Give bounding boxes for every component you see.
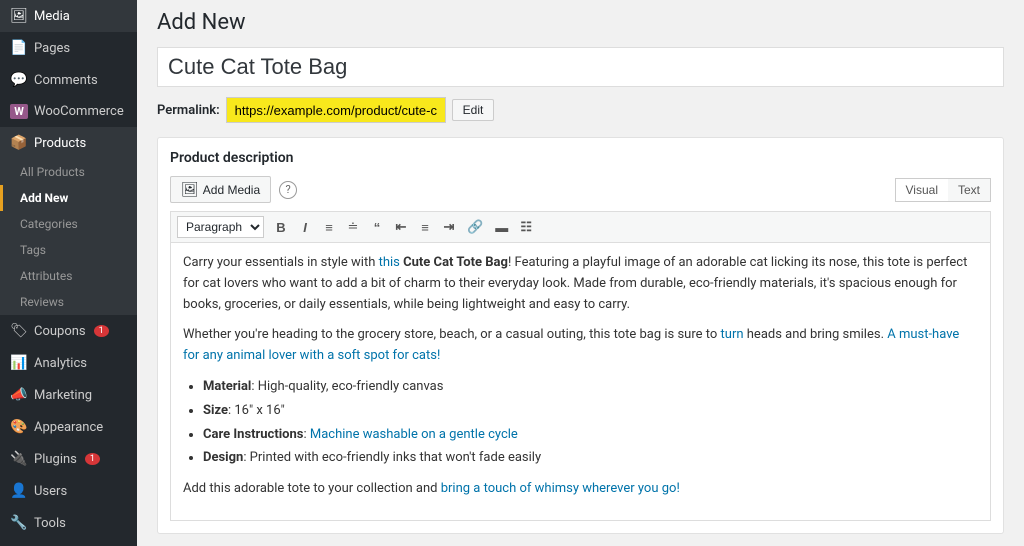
paragraph-select[interactable]: Paragraph <box>177 216 264 238</box>
plugins-badge: 1 <box>85 453 100 465</box>
editor-content-area[interactable]: Carry your essentials in style with this… <box>170 242 991 521</box>
unordered-list-button[interactable]: ≡ <box>318 218 340 237</box>
sidebar-item-coupons[interactable]: 🏷 Coupons 1 <box>0 315 137 347</box>
blockquote-button[interactable]: “ <box>366 218 388 237</box>
coupons-badge: 1 <box>94 325 109 337</box>
permalink-input[interactable] <box>226 97 446 123</box>
help-icon[interactable]: ? <box>279 181 297 199</box>
link-whimsy: bring a touch of whimsy wherever you go! <box>441 481 680 496</box>
permalink-label: Permalink: <box>157 103 220 118</box>
sidebar-item-reviews[interactable]: Reviews <box>0 289 137 315</box>
sidebar-item-users[interactable]: 👤 Users <box>0 475 137 507</box>
link-must-have: A must-have for any animal lover with a … <box>183 327 959 363</box>
add-media-label: Add Media <box>203 183 260 197</box>
table-button[interactable]: ☷ <box>515 217 537 237</box>
appearance-icon: 🎨 <box>10 419 28 435</box>
visual-text-tab-group: Visual Text <box>895 178 991 202</box>
marketing-icon: 📣 <box>10 387 28 403</box>
ordered-list-button[interactable]: ≐ <box>342 217 364 237</box>
bullet-size: Size: 16" x 16" <box>203 401 978 422</box>
align-right-button[interactable]: ⇥ <box>438 217 460 237</box>
tab-visual[interactable]: Visual <box>896 179 948 201</box>
product-bullet-list: Material: High-quality, eco-friendly can… <box>203 377 978 469</box>
link-care: Machine washable on a gentle cycle <box>310 427 518 442</box>
tab-text[interactable]: Text <box>948 179 990 201</box>
permalink-row: Permalink: Edit <box>157 97 1004 123</box>
link-button[interactable]: 🔗 <box>462 217 488 237</box>
content-paragraph-2: Whether you're heading to the grocery st… <box>183 325 978 367</box>
products-icon: 📦 <box>10 135 28 151</box>
users-icon: 👤 <box>10 483 28 499</box>
content-paragraph-3: Add this adorable tote to your collectio… <box>183 479 978 500</box>
page-title: Add New <box>157 10 1004 35</box>
sidebar: 🖼 Media 📄 Pages 💬 Comments W WooCommerce… <box>0 0 137 546</box>
sidebar-item-categories[interactable]: Categories <box>0 211 137 237</box>
sidebar-item-tags[interactable]: Tags <box>0 237 137 263</box>
link-turn: turn <box>721 327 744 342</box>
link-this: this <box>379 255 400 270</box>
pages-icon: 📄 <box>10 40 28 56</box>
sidebar-item-products[interactable]: 📦 Products <box>0 127 137 159</box>
bullet-care: Care Instructions: Machine washable on a… <box>203 425 978 446</box>
main-content: Add New Permalink: Edit Product descript… <box>137 0 1024 546</box>
product-description-box: Product description 🖼 Add Media ? Visual… <box>157 137 1004 534</box>
italic-button[interactable]: I <box>294 218 316 237</box>
bold-button[interactable]: B <box>270 218 292 237</box>
sidebar-item-appearance[interactable]: 🎨 Appearance <box>0 411 137 443</box>
sidebar-item-tools[interactable]: 🔧 Tools <box>0 507 137 539</box>
bullet-material: Material: High-quality, eco-friendly can… <box>203 377 978 398</box>
sidebar-item-media[interactable]: 🖼 Media <box>0 0 137 32</box>
tools-icon: 🔧 <box>10 515 28 531</box>
sidebar-item-marketing[interactable]: 📣 Marketing <box>0 379 137 411</box>
comments-icon: 💬 <box>10 72 28 88</box>
sidebar-item-attributes[interactable]: Attributes <box>0 263 137 289</box>
align-left-button[interactable]: ⇤ <box>390 217 412 237</box>
analytics-icon: 📊 <box>10 355 28 371</box>
description-section-title: Product description <box>170 150 991 166</box>
bullet-design: Design: Printed with eco-friendly inks t… <box>203 448 978 469</box>
plugins-icon: 🔌 <box>10 451 28 467</box>
product-title-input[interactable] <box>157 47 1004 87</box>
product-name-bold: Cute Cat Tote Bag <box>403 255 508 270</box>
sidebar-item-woocommerce[interactable]: W WooCommerce <box>0 96 137 127</box>
sidebar-item-settings[interactable]: ⚙ Settings <box>0 539 137 546</box>
sidebar-item-all-products[interactable]: All Products <box>0 159 137 185</box>
align-center-button[interactable]: ≡ <box>414 218 436 237</box>
add-media-button[interactable]: 🖼 Add Media <box>170 176 271 203</box>
media-icon: 🖼 <box>10 8 28 24</box>
sidebar-item-add-new[interactable]: Add New <box>0 185 137 211</box>
more-button[interactable]: ▬ <box>490 218 513 237</box>
coupons-icon: 🏷 <box>10 323 28 339</box>
editor-top-bar: 🖼 Add Media ? Visual Text <box>170 176 991 203</box>
sidebar-products-submenu: All Products Add New Categories Tags Att… <box>0 159 137 315</box>
sidebar-item-pages[interactable]: 📄 Pages <box>0 32 137 64</box>
add-media-icon: 🖼 <box>181 181 199 198</box>
sidebar-item-analytics[interactable]: 📊 Analytics <box>0 347 137 379</box>
format-toolbar: Paragraph B I ≡ ≐ “ ⇤ ≡ ⇥ 🔗 ▬ ☷ <box>170 211 991 242</box>
sidebar-item-plugins[interactable]: 🔌 Plugins 1 <box>0 443 137 475</box>
content-paragraph-1: Carry your essentials in style with this… <box>183 253 978 315</box>
sidebar-item-comments[interactable]: 💬 Comments <box>0 64 137 96</box>
permalink-edit-button[interactable]: Edit <box>452 99 495 121</box>
woocommerce-icon: W <box>10 104 28 119</box>
